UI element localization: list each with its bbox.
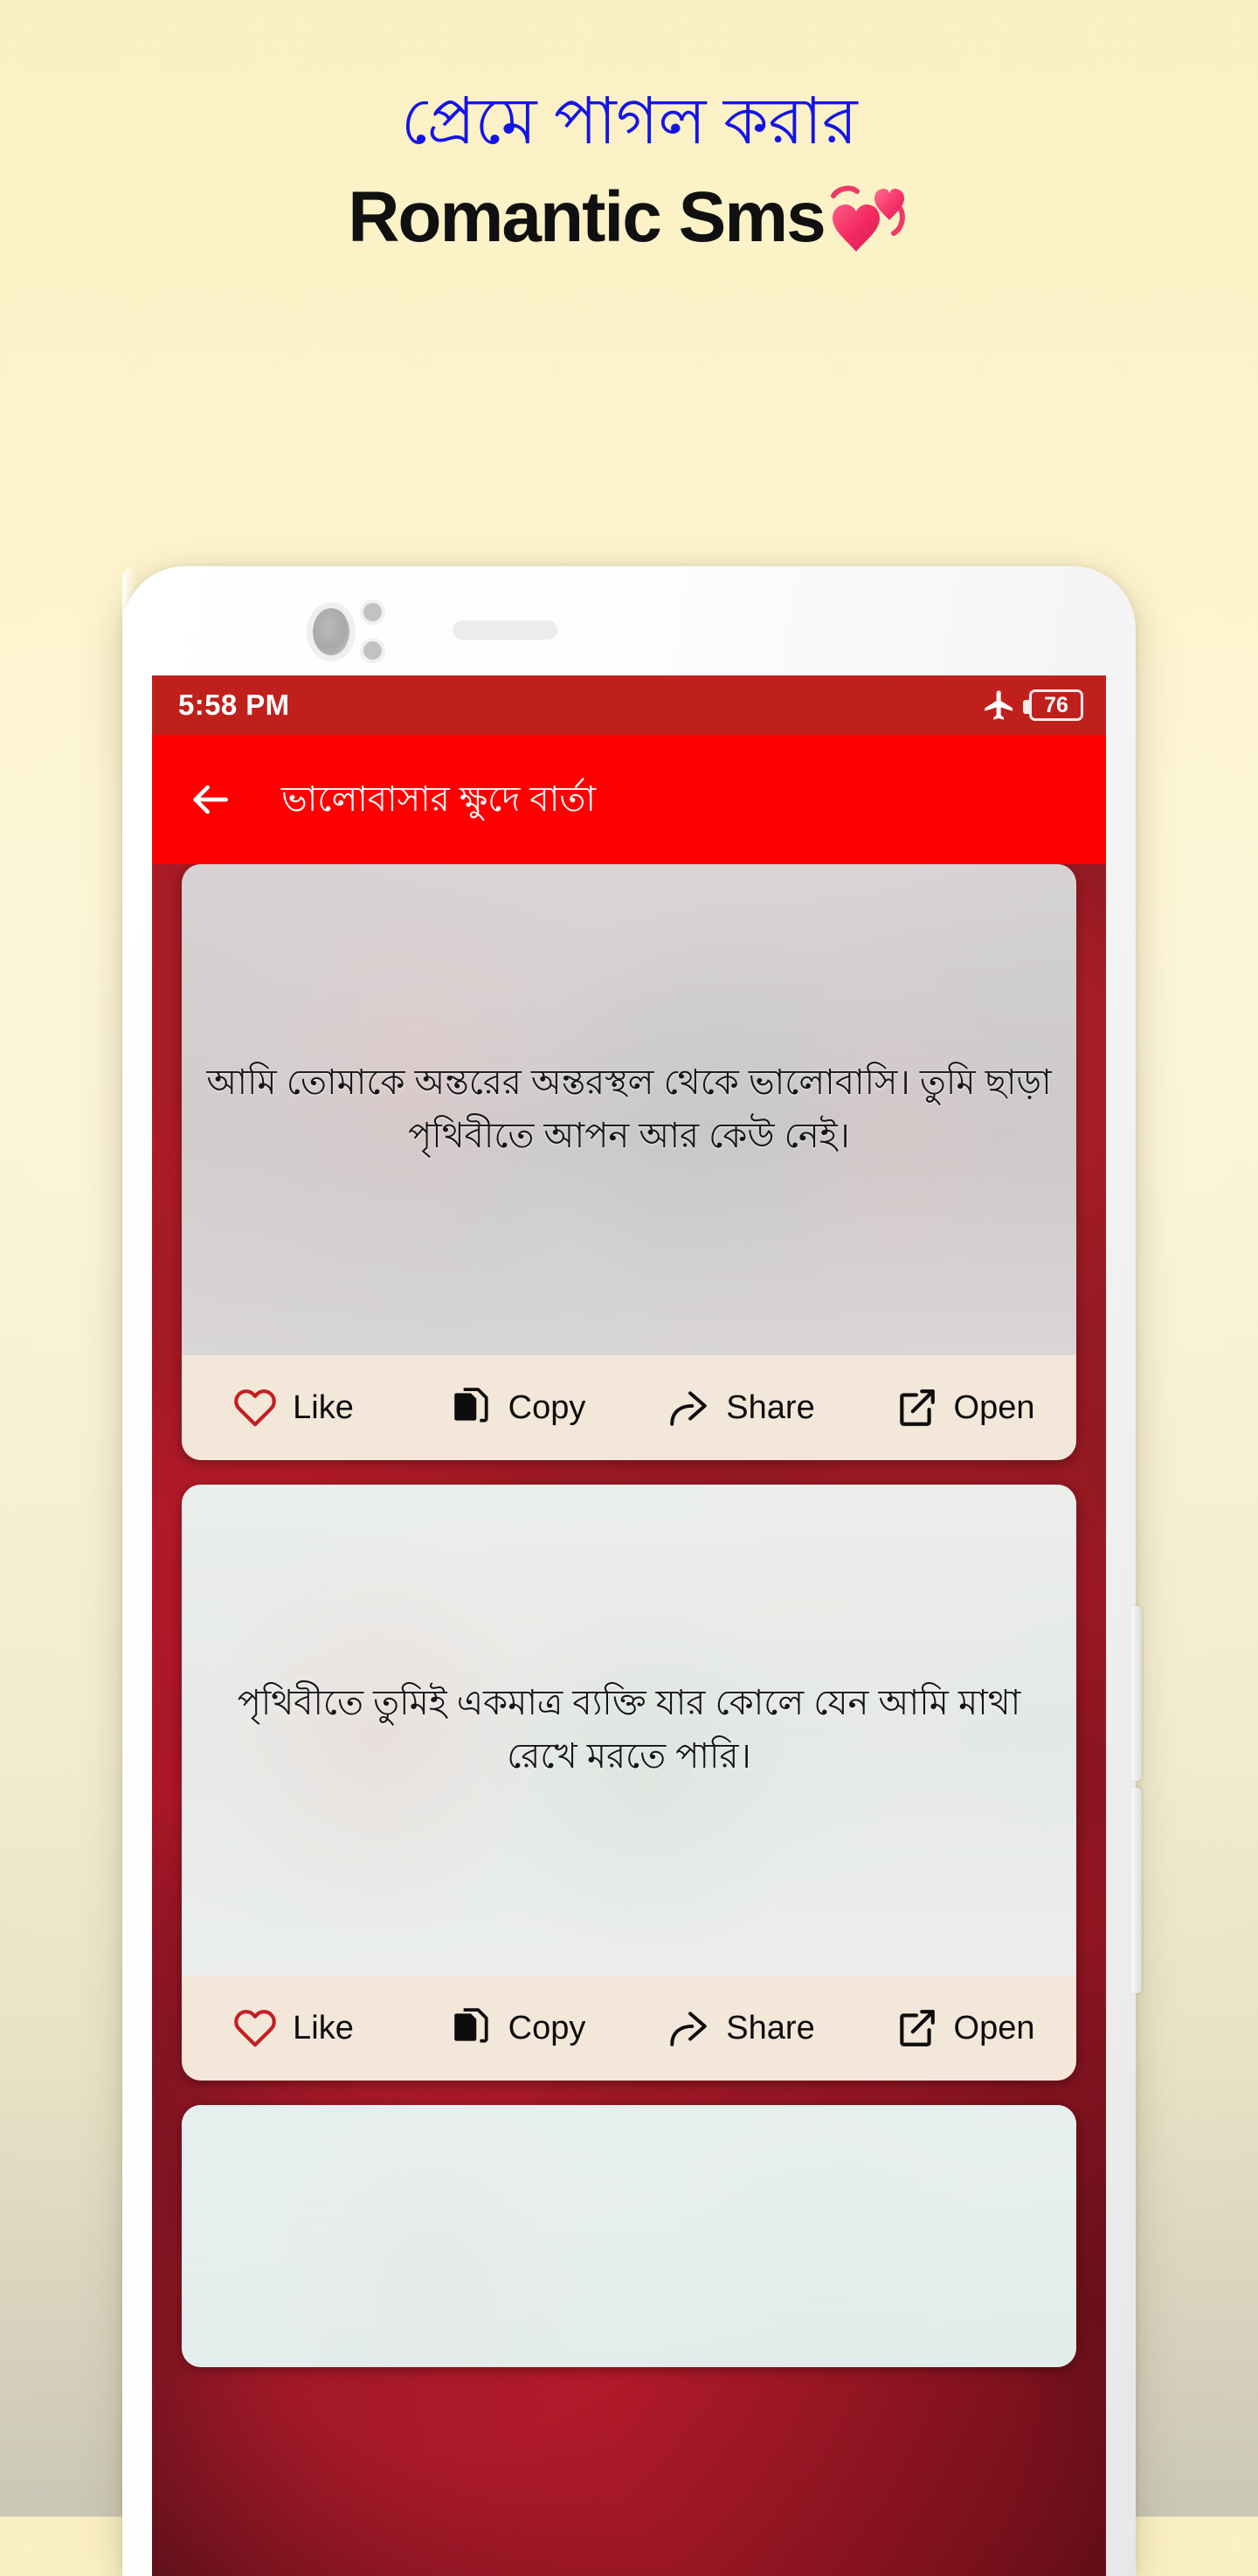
app-bar: ভালোবাসার ক্ষুদে বার্তা [152,735,1106,864]
open-button[interactable]: Open [853,2006,1076,2050]
sms-card[interactable]: আমি তোমাকে অন্তরের অন্তরস্থল থেকে ভালোবা… [182,864,1076,1460]
headline-english-text: Romantic Sms [348,177,826,258]
battery-level: 76 [1044,692,1068,717]
heart-outline-icon [233,1386,277,1430]
sms-card-body: পৃথিবীতে তুমিই একমাত্র ব্যক্তি যার কোলে … [182,1485,1076,1976]
copy-document-icon [449,2006,493,2050]
status-time: 5:58 PM [178,689,290,721]
share-button[interactable]: Share [629,1386,853,1430]
status-indicators: 76 [982,688,1083,723]
copy-button[interactable]: Copy [405,2006,629,2050]
status-bar: 5:58 PM 76 [152,675,1106,735]
like-label: Like [293,2009,354,2046]
card-photo-overlay [182,2105,1076,2367]
card-action-bar: Like Copy Share Open [182,1355,1076,1460]
sms-card-body [182,2105,1076,2367]
like-button[interactable]: Like [182,1386,405,1430]
sms-text: পৃথিবীতে তুমিই একমাত্র ব্যক্তি যার কোলে … [237,1684,1021,1776]
heart-outline-icon [233,2006,277,2050]
headline-bangla: প্রেমে পাগল করার [400,85,858,157]
copy-button[interactable]: Copy [405,1386,629,1430]
copy-document-icon [449,1386,493,1430]
promo-headline: প্রেমে পাগল করার Romantic Sms [0,80,1258,274]
share-label: Share [726,2009,815,2046]
external-link-icon [895,1386,938,1430]
headline-english: Romantic Sms [0,176,1258,274]
battery-indicator: 76 [1023,689,1083,721]
volume-rocker[interactable] [1131,1606,1142,1781]
like-label: Like [293,1388,354,1426]
back-arrow-icon[interactable] [185,775,234,824]
sms-list[interactable]: আমি তোমাকে অন্তরের অন্তরস্থল থেকে ভালোবা… [152,864,1106,2576]
copy-label: Copy [508,2009,586,2046]
phone-top-bezel [122,566,1136,675]
card-action-bar: Like Copy Share Open [182,1976,1076,2081]
copy-label: Copy [508,1388,586,1426]
phone-mockup: 5:58 PM 76 ভালোবাসার ক্ষুদে বার্তা আমি ত… [122,566,1142,2576]
earpiece-speaker [453,620,557,640]
sms-card[interactable] [182,2105,1076,2367]
sms-card-body: আমি তোমাকে অন্তরের অন্তরস্থল থেকে ভালোবা… [182,864,1076,1355]
proximity-sensor-icon [363,603,382,621]
two-hearts-icon [830,185,910,274]
open-label: Open [953,2009,1035,2046]
sms-card[interactable]: পৃথিবীতে তুমিই একমাত্র ব্যক্তি যার কোলে … [182,1485,1076,2081]
like-button[interactable]: Like [182,2006,405,2050]
airplane-mode-icon [982,688,1017,723]
power-button[interactable] [1131,1788,1142,1993]
app-bar-title: ভালোবাসার ক্ষুদে বার্তা [281,780,596,819]
external-link-icon [895,2006,938,2050]
front-camera-icon [313,608,349,655]
light-sensor-icon [363,641,382,660]
share-label: Share [726,1388,815,1426]
open-button[interactable]: Open [853,1386,1076,1430]
share-button[interactable]: Share [629,2006,853,2050]
share-arrow-icon [667,2006,710,2050]
phone-screen: 5:58 PM 76 ভালোবাসার ক্ষুদে বার্তা আমি ত… [152,675,1106,2576]
open-label: Open [953,1388,1035,1426]
share-arrow-icon [667,1386,710,1430]
sms-text: আমি তোমাকে অন্তরের অন্তরস্থল থেকে ভালোবা… [206,1063,1052,1155]
